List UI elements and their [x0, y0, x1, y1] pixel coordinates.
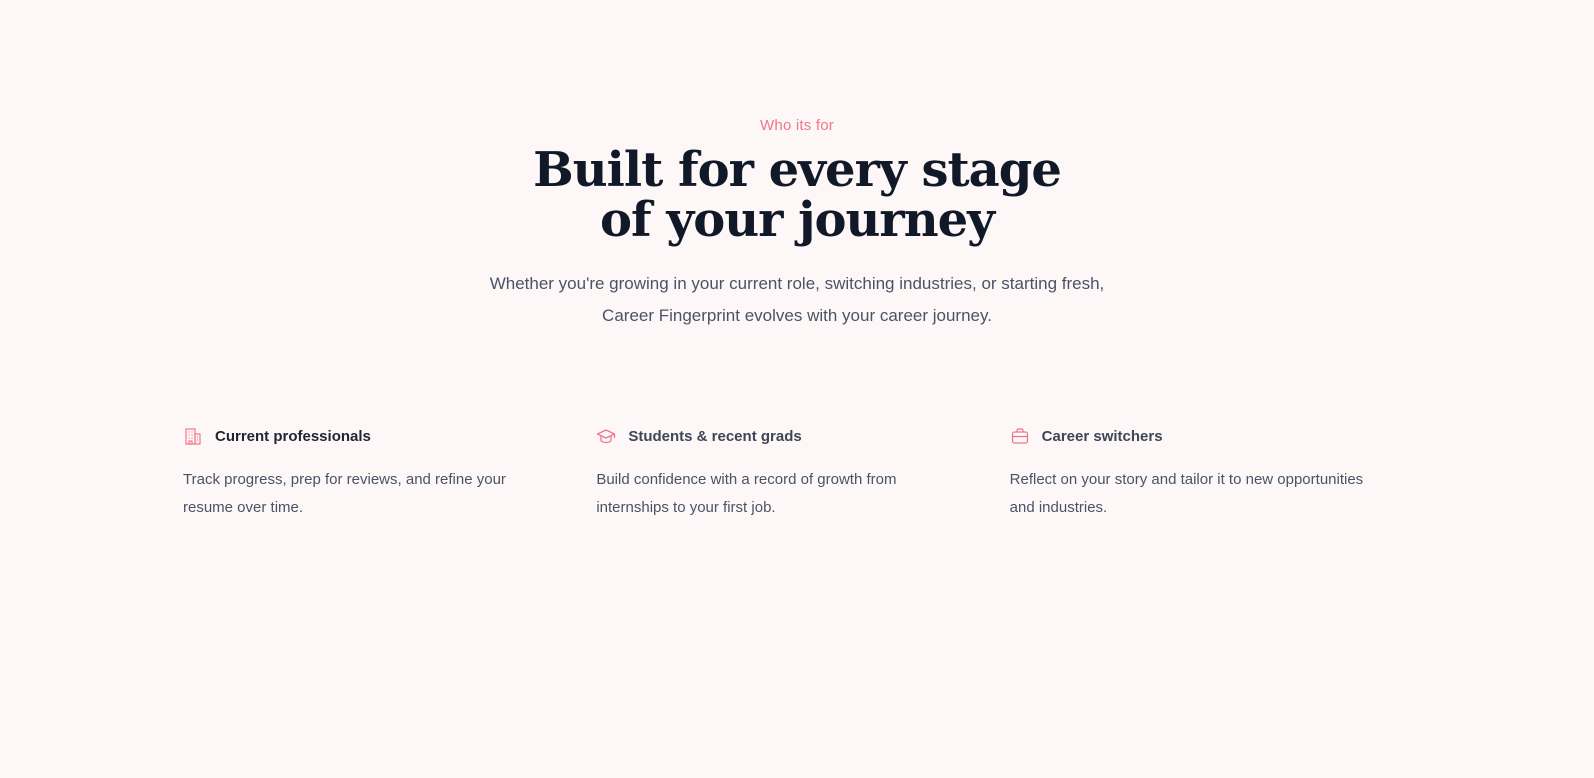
- card-career-switchers: Career switchers Reflect on your story a…: [1010, 424, 1423, 522]
- card-title: Current professionals: [215, 427, 371, 445]
- building-icon: [183, 426, 203, 446]
- card-description: Reflect on your story and tailor it to n…: [1009, 471, 1364, 516]
- card-title: Career switchers: [1041, 427, 1163, 445]
- section-eyebrow: Who its for: [760, 117, 834, 134]
- headline-line-1: Built for every stage: [533, 142, 1062, 198]
- subtitle-line-2: Career Fingerprint evolves with your car…: [602, 306, 992, 325]
- card-title: Students & recent grads: [628, 427, 802, 445]
- card-description: Track progress, prep for reviews, and re…: [183, 471, 506, 516]
- graduation-cap-icon: [596, 426, 616, 446]
- headline-line-2: of your journey: [599, 192, 995, 248]
- card-students-recent-grads: Students & recent grads Build confidence…: [596, 424, 1009, 522]
- briefcase-icon: [1010, 426, 1030, 446]
- card-header: Career switchers: [1010, 424, 1423, 448]
- subtitle-line-1: Whether you're growing in your current r…: [489, 274, 1105, 293]
- card-header: Students & recent grads: [596, 424, 1009, 448]
- section-subtitle: Whether you're growing in your current r…: [0, 268, 1594, 332]
- who-its-for-section: Who its for Built for every stage of you…: [0, 0, 1594, 778]
- section-headline: Built for every stage of your journey: [0, 145, 1594, 245]
- card-header: Current professionals: [183, 424, 596, 448]
- card-current-professionals: Current professionals Track progress, pr…: [183, 424, 596, 522]
- audience-cards: Current professionals Track progress, pr…: [183, 424, 1423, 522]
- card-description: Build confidence with a record of growth…: [596, 471, 897, 516]
